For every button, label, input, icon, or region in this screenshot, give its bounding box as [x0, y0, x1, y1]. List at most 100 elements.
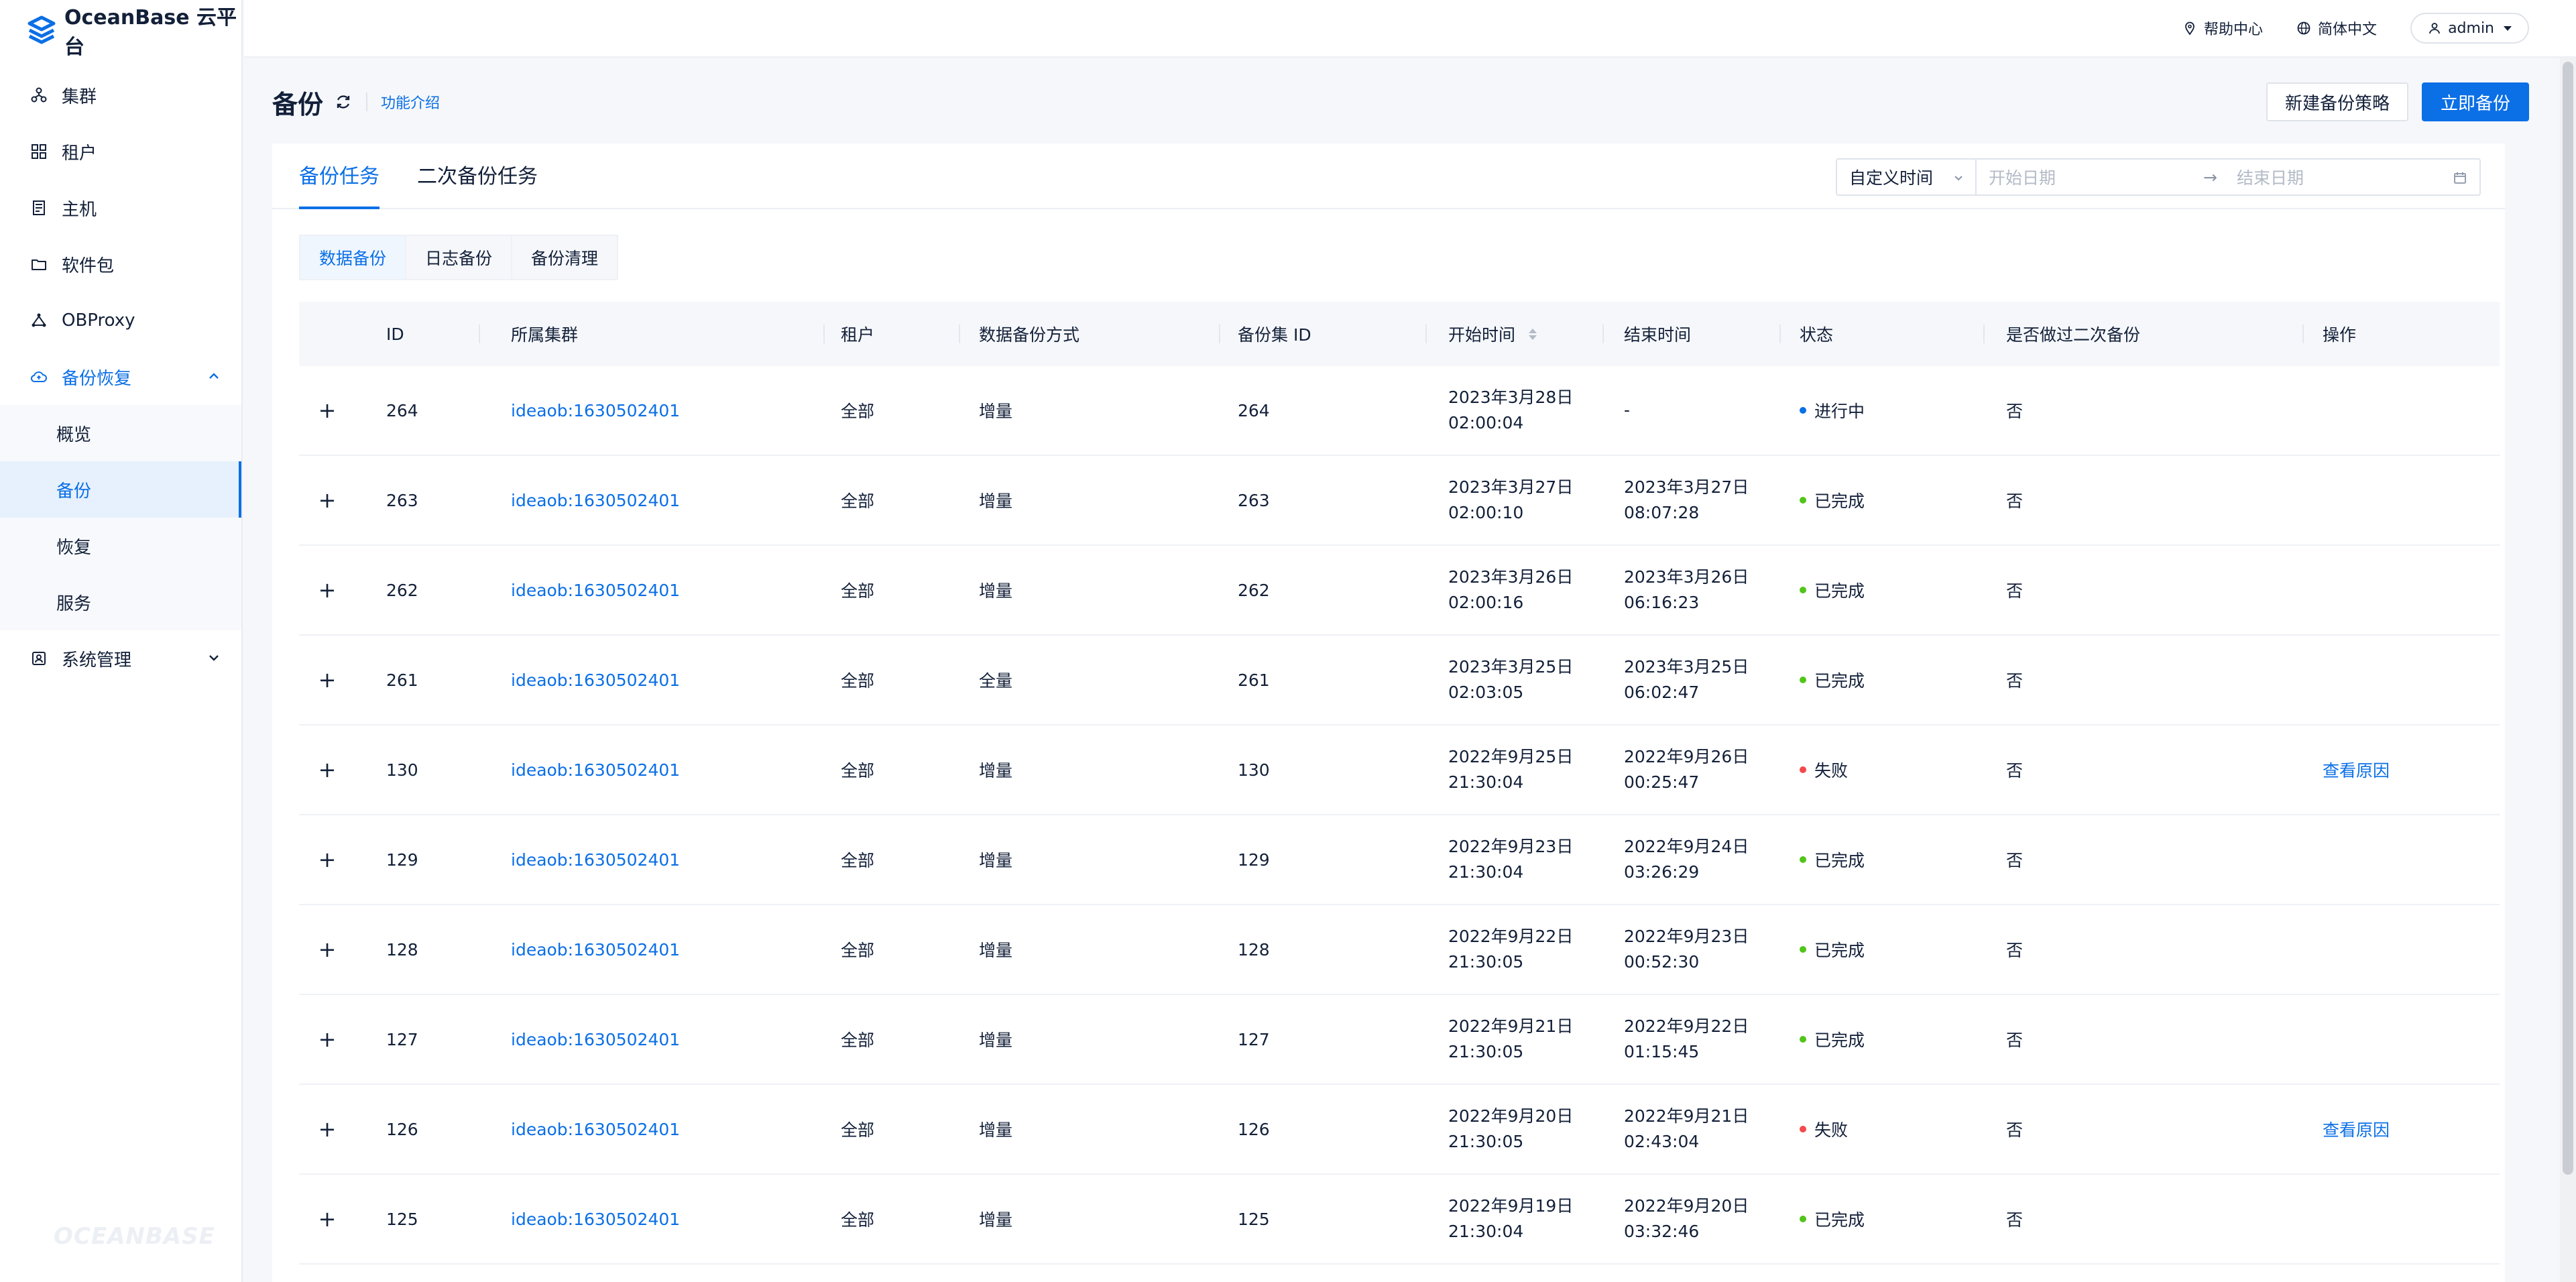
backup-type-tabs: 数据备份 日志备份 备份清理 [299, 235, 2505, 280]
cluster-link[interactable]: ideaob:1630502401 [511, 671, 680, 690]
cluster-link[interactable]: ideaob:1630502401 [511, 1030, 680, 1049]
sidebar-subitem-restore[interactable]: 恢复 [0, 518, 241, 574]
cell-cluster: ideaob:1630502401 [480, 940, 825, 959]
backup-now-button[interactable]: 立即备份 [2421, 82, 2529, 121]
column-header-id: ID [355, 302, 480, 366]
cell-set-id: 262 [1238, 580, 1270, 600]
sidebar-item-obproxy[interactable]: OBProxy [0, 292, 241, 349]
cell-start-time: 2023年3月28日 02:00:04 [1427, 385, 1604, 436]
start-date: 2022年9月19日 [1448, 1196, 1574, 1216]
cell-set-id: 264 [1238, 400, 1270, 420]
start-clock: 21:30:05 [1448, 952, 1524, 972]
subtab-backup-cleanup[interactable]: 备份清理 [511, 235, 619, 280]
expand-row-button[interactable]: + [299, 847, 355, 872]
cell-secondary-backup: 否 [2006, 1210, 2024, 1230]
refresh-icon[interactable] [334, 93, 353, 111]
page-scrollbar[interactable] [2560, 58, 2576, 1282]
expand-row-button[interactable]: + [299, 937, 355, 962]
sidebar-subitem-overview[interactable]: 概览 [0, 405, 241, 461]
status-dot-icon [1800, 497, 1806, 504]
date-range-picker[interactable]: 开始日期 → 结束日期 [1977, 158, 2481, 196]
time-range-select[interactable]: 自定义时间 [1836, 158, 1977, 196]
status-dot-icon [1800, 407, 1806, 414]
end-date: - [1624, 400, 1631, 420]
language-switch[interactable]: 简体中文 [2296, 17, 2377, 39]
cluster-link[interactable]: ideaob:1630502401 [511, 1120, 680, 1139]
sidebar-subitem-label: 恢复 [56, 537, 92, 558]
expand-row-button[interactable]: + [299, 757, 355, 782]
cell-start-time: 2023年3月25日 02:03:05 [1427, 654, 1604, 705]
sidebar-item-backup-restore[interactable]: 备份恢复 [0, 349, 241, 405]
cell-method: 增量 [979, 1210, 1013, 1230]
subtab-data-backup[interactable]: 数据备份 [299, 235, 407, 280]
end-date: 2022年9月24日 [1624, 837, 1749, 856]
start-clock: 21:30:05 [1448, 1132, 1524, 1151]
cluster-link[interactable]: ideaob:1630502401 [511, 940, 680, 959]
help-center-label: 帮助中心 [2204, 21, 2264, 38]
cluster-link[interactable]: ideaob:1630502401 [511, 401, 680, 420]
user-menu[interactable]: admin [2410, 13, 2529, 44]
cell-status: 已完成 [1781, 578, 1985, 602]
sidebar-item-system[interactable]: 系统管理 [0, 630, 241, 687]
start-clock: 02:00:04 [1448, 413, 1524, 432]
cluster-link[interactable]: ideaob:1630502401 [511, 760, 680, 780]
status-dot-icon [1800, 587, 1806, 593]
start-clock: 21:30:05 [1448, 1042, 1524, 1061]
cell-tenant: 全部 [841, 851, 875, 870]
globe-icon [2297, 21, 2310, 35]
expand-row-button[interactable]: + [299, 398, 355, 423]
help-center-link[interactable]: 帮助中心 [2182, 17, 2263, 39]
expand-row-button[interactable]: + [299, 1206, 355, 1232]
column-header-status: 状态 [1781, 302, 1985, 366]
sidebar-subitem-backup[interactable]: 备份 [0, 461, 241, 518]
new-backup-policy-button[interactable]: 新建备份策略 [2266, 82, 2408, 121]
tab-secondary-backup-tasks[interactable]: 二次备份任务 [417, 160, 538, 208]
logo[interactable]: OceanBase 云平台 [0, 0, 241, 60]
sidebar-item-tenant[interactable]: 租户 [0, 123, 241, 180]
user-icon [2429, 23, 2440, 34]
cluster-link[interactable]: ideaob:1630502401 [511, 850, 680, 870]
cell-cluster: ideaob:1630502401 [480, 760, 825, 780]
sidebar-item-cluster[interactable]: 集群 [0, 67, 241, 123]
expand-row-button[interactable]: + [299, 667, 355, 693]
cell-start-time: 2022年9月20日 21:30:05 [1427, 1104, 1604, 1155]
status-dot-icon [1800, 946, 1806, 953]
column-header-start-time[interactable]: 开始时间 [1427, 302, 1604, 366]
cell-cluster: ideaob:1630502401 [480, 491, 825, 510]
cell-tenant: 全部 [841, 761, 875, 780]
end-date: 2022年9月26日 [1624, 747, 1749, 766]
cluster-link[interactable]: ideaob:1630502401 [511, 1210, 680, 1229]
end-date-input[interactable]: 结束日期 [2237, 165, 2304, 189]
feature-intro-link[interactable]: 功能介绍 [381, 91, 440, 113]
cluster-link[interactable]: ideaob:1630502401 [511, 581, 680, 600]
cluster-link[interactable]: ideaob:1630502401 [511, 491, 680, 510]
sidebar-subitem-label: 服务 [56, 593, 92, 614]
cell-tenant: 全部 [841, 491, 875, 511]
sort-icon[interactable] [1529, 328, 1537, 340]
chevron-down-icon [1954, 176, 1963, 181]
cell-id: 128 [386, 939, 418, 959]
view-reason-link[interactable]: 查看原因 [2323, 758, 2390, 782]
expand-row-button[interactable]: + [299, 577, 355, 603]
scrollbar-thumb[interactable] [2563, 62, 2573, 1175]
view-reason-link[interactable]: 查看原因 [2323, 1117, 2390, 1141]
expand-row-button[interactable]: + [299, 1116, 355, 1142]
sidebar-item-package[interactable]: 软件包 [0, 236, 241, 292]
cell-end-time: 2023年3月25日 06:02:47 [1604, 654, 1781, 705]
cell-end-time: 2022年9月21日 02:43:04 [1604, 1104, 1781, 1155]
status-dot-icon [1800, 856, 1806, 863]
end-date: 2023年3月25日 [1624, 657, 1749, 677]
subtab-log-backup[interactable]: 日志备份 [405, 235, 513, 280]
cell-set-id: 263 [1238, 490, 1270, 510]
sidebar-item-host[interactable]: 主机 [0, 180, 241, 236]
start-date-input[interactable]: 开始日期 [1989, 165, 2203, 189]
cell-end-time: 2022年9月23日 00:52:30 [1604, 924, 1781, 975]
grid-icon [30, 142, 48, 161]
cell-start-time: 2023年3月26日 02:00:16 [1427, 565, 1604, 616]
end-clock: 00:25:47 [1624, 772, 1700, 792]
expand-row-button[interactable]: + [299, 1027, 355, 1052]
sidebar-subitem-service[interactable]: 服务 [0, 574, 241, 630]
tab-backup-tasks[interactable]: 备份任务 [299, 160, 379, 209]
expand-row-button[interactable]: + [299, 487, 355, 513]
cell-status: 已完成 [1781, 1207, 1985, 1231]
